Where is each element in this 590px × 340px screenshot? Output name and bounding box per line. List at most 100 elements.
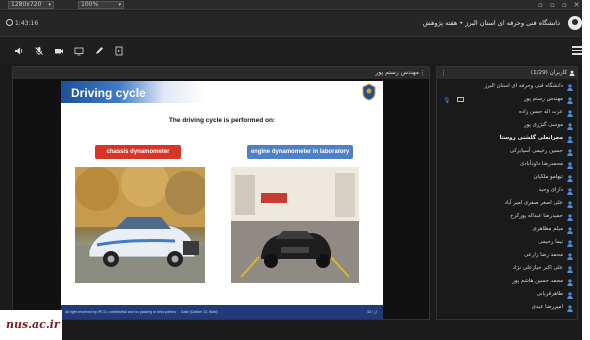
session-title: دانشگاه فنی وحرفه ای استان البرز • هفته … (422, 19, 560, 27)
user-name: نیما رحیمی (538, 239, 563, 245)
user-icon (567, 214, 573, 221)
slide-footer: All right reserved by IPCO, confidential… (61, 305, 383, 319)
slide-title: Driving cycle (71, 86, 146, 100)
user-icon (567, 97, 573, 104)
restore-icon[interactable]: ▫ (548, 1, 557, 9)
user-name: محمد حسین هاشم پور (512, 278, 563, 284)
page-edge (582, 0, 590, 340)
slide-footer-date: Date (Caliber 12, Bold) (181, 310, 218, 314)
session-timer: 1:43:16 (6, 19, 38, 27)
more-options-icon[interactable]: ⋮ (419, 67, 426, 79)
site-watermark: nus.ac.ir (0, 310, 62, 340)
chassis-dynamometer-photo (75, 167, 205, 283)
user-list-item[interactable]: علی اصغر صفری امیر آباد (437, 198, 577, 211)
user-icon (567, 162, 573, 169)
slide-page-number: 52 / از (367, 310, 377, 314)
user-icon (567, 253, 573, 260)
user-icon (567, 149, 573, 156)
user-name: محمدرضا داودآبادی (519, 161, 563, 167)
user-name: طاهرقربانی (536, 291, 563, 297)
user-name: محرابعلی گلشنی روستا (499, 135, 563, 141)
user-icon (567, 279, 573, 286)
users-count-label: کاربران (1/29) (530, 70, 567, 76)
bottom-bar (0, 322, 590, 340)
screen-share-icon[interactable] (72, 44, 86, 58)
user-list-item[interactable]: حسین رحیمی آسیابرکی (437, 146, 577, 159)
watermark-text: nus.ac.ir (6, 318, 60, 331)
user-list-item[interactable]: دانشگاه فنی وحرفه ای استان البرز (437, 81, 577, 94)
user-list-item[interactable]: نیما رحیمی (437, 237, 577, 250)
slide-footer-copyright: All right reserved by IPCO, confidential… (65, 310, 176, 314)
user-icon (567, 136, 573, 143)
user-list-item[interactable]: موسی گنژری پور (437, 120, 577, 133)
presenter-name: مهندس رستم پور (375, 69, 419, 76)
user-icon (567, 123, 573, 130)
users-icon (569, 70, 575, 76)
more-options-icon[interactable]: ⋮ (440, 67, 447, 79)
presentation-slide: Driving cycle The driving cycle is perfo… (61, 81, 383, 319)
chassis-dynamometer-label: chassis dynamometer (95, 145, 181, 159)
user-list-item[interactable]: تیهامو ملکیان (437, 172, 577, 185)
user-icon (567, 266, 573, 273)
browser-toolbar: 1280x720 ▾ 100% ▾ ▫ ▫ ▫ ✕ (0, 0, 590, 10)
session-header: 1:43:16 دانشگاه فنی وحرفه ای استان البرز… (0, 11, 590, 37)
user-name: حمیدرضا عبداله پورکرخ (510, 213, 563, 219)
user-list-item[interactable]: محمدرضا داودآبادی (437, 159, 577, 172)
user-list-item[interactable]: طاهرقربانی (437, 289, 577, 302)
user-name: علی اصغر صفری امیر آباد (504, 200, 563, 206)
user-list-item[interactable]: علی اکبر خیازعلی نژاد (437, 263, 577, 276)
user-name: عزت اله حسن زاده (518, 109, 563, 115)
zoom-value: 100% (81, 1, 99, 8)
user-list-item[interactable]: امیررضا عبدی (437, 302, 577, 315)
user-icon (567, 240, 573, 247)
engine-dynamometer-photo (231, 167, 359, 283)
user-name: محمد رضا زارعی (524, 252, 563, 258)
user-name: مهندس رستم پور (523, 96, 563, 102)
user-icon (567, 227, 573, 234)
user-name: میلم مظاهری (532, 226, 563, 232)
user-list-item[interactable]: مهندس رستم پور 🎙 (437, 94, 577, 107)
camera-icon[interactable] (52, 44, 66, 58)
user-list-item[interactable]: میلم مظاهری (437, 224, 577, 237)
screen-share-icon (457, 97, 464, 102)
engine-dynamometer-label: engine dynamometer in laboratory (247, 145, 353, 159)
file-icon[interactable] (112, 44, 126, 58)
user-list-item[interactable]: محرابعلی گلشنی روستا (437, 133, 577, 146)
user-icon (567, 305, 573, 312)
user-name: امیررضا عبدی (531, 304, 563, 310)
clock-icon (6, 19, 13, 26)
user-avatar-icon[interactable] (568, 16, 582, 30)
user-list-item[interactable]: عزت اله حسن زاده (437, 107, 577, 120)
user-name: موسی گنژری پور (524, 122, 563, 128)
user-list-item[interactable]: محمد حسین هاشم پور (437, 276, 577, 289)
user-name: علی اکبر خیازعلی نژاد (512, 265, 563, 271)
chevron-down-icon: ▾ (48, 2, 51, 8)
user-icon (567, 292, 573, 299)
minimize-icon[interactable]: ▫ (536, 1, 545, 9)
timer-value: 1:43:16 (15, 20, 39, 27)
zoom-select[interactable]: 100% ▾ (78, 1, 124, 9)
user-name: دارای وحید (538, 187, 563, 193)
company-logo-icon (362, 83, 376, 101)
users-panel: ⋮ کاربران (1/29) دانشگاه فنی وحرفه ای اس… (436, 66, 578, 320)
presenter-bar: مهندس رستم پور ⋮ (13, 67, 429, 79)
users-panel-header: ⋮ کاربران (1/29) (437, 67, 577, 79)
maximize-icon[interactable]: ▫ (560, 1, 569, 9)
user-list-item[interactable]: دارای وحید (437, 185, 577, 198)
meeting-toolbar (0, 38, 590, 64)
user-icon (567, 201, 573, 208)
user-list-item[interactable]: حمیدرضا عبداله پورکرخ (437, 211, 577, 224)
user-icon (567, 110, 573, 117)
user-icon (567, 175, 573, 182)
resolution-select[interactable]: 1280x720 ▾ (8, 1, 54, 9)
app-window: 1280x720 ▾ 100% ▾ ▫ ▫ ▫ ✕ 1:43:16 دانشگا… (0, 0, 590, 340)
speaker-icon[interactable] (12, 44, 26, 58)
mic-off-icon[interactable] (32, 44, 46, 58)
close-icon[interactable]: ✕ (572, 1, 581, 9)
slide-subtitle: The driving cycle is performed on: (168, 117, 276, 124)
menu-icon[interactable] (572, 46, 582, 55)
user-name: تیهامو ملکیان (533, 174, 563, 180)
presentation-panel: مهندس رستم پور ⋮ Driving cycle The drivi… (12, 66, 430, 320)
user-list-item[interactable]: محمد رضا زارعی (437, 250, 577, 263)
pen-icon[interactable] (92, 44, 106, 58)
